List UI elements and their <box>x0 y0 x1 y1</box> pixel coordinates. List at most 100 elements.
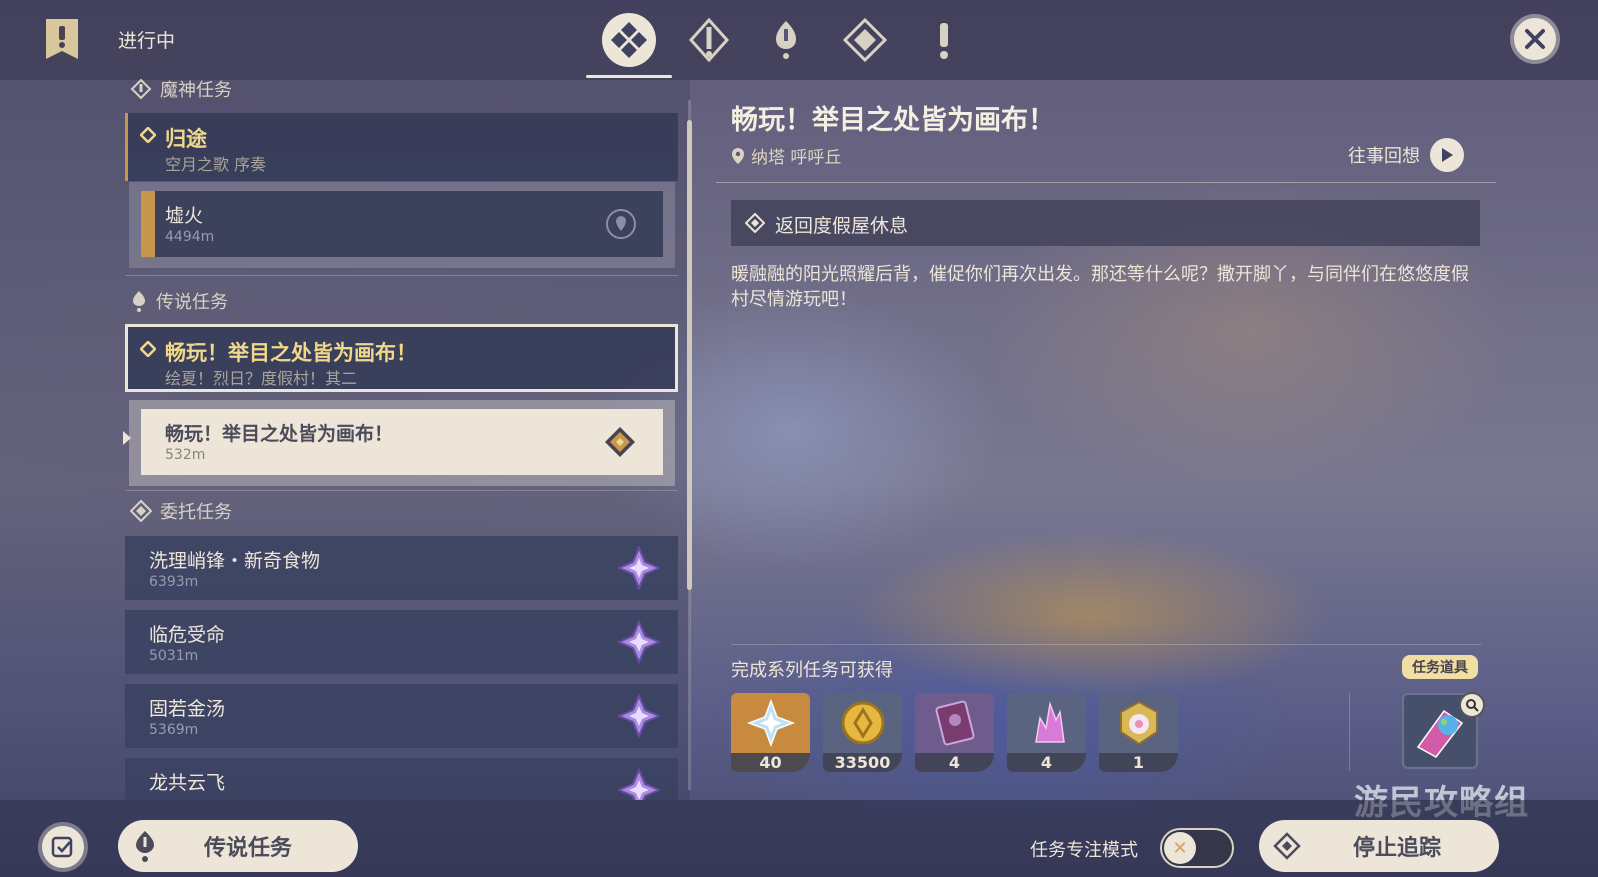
quest-item-badge: 任务道具 <box>1402 655 1478 679</box>
rewards-label: 完成系列任务可获得 <box>731 660 893 681</box>
commission-star-icon[interactable] <box>618 620 660 664</box>
companionship-exp-icon <box>1099 693 1178 753</box>
selected-arrow-icon <box>123 431 131 445</box>
reward-count: 40 <box>731 753 810 772</box>
commission-star-icon[interactable] <box>618 694 660 738</box>
quest-description: 暖融融的阳光照耀后背，催促你们再次出发。那还等什么呢？撒开脚丫，与同伴们在悠悠度… <box>731 264 1469 310</box>
toggle-off-icon: ✕ <box>1164 832 1196 864</box>
legend-step-wrap: 畅玩！举目之处皆为画布！ 532m <box>129 400 675 486</box>
stop-tracking-button[interactable]: 停止追踪 <box>1259 820 1499 872</box>
location-pin-icon <box>732 147 744 164</box>
reward-divider <box>731 644 1481 645</box>
focus-mode-label: 任务专注模式 <box>1030 840 1138 861</box>
story-quest-icon <box>776 21 796 59</box>
status-title: 进行中 <box>118 30 176 52</box>
quest-settings-button[interactable] <box>38 822 88 872</box>
commission-star-icon[interactable] <box>618 768 660 800</box>
section-divider <box>125 490 678 491</box>
tracking-diamond-icon <box>1273 832 1301 860</box>
tab-world-quest[interactable] <box>916 12 972 68</box>
mora-icon <box>823 693 902 753</box>
reward-item[interactable]: 40 <box>731 693 810 772</box>
legend-section-header: 传说任务 <box>130 288 228 314</box>
commission-icon <box>130 500 152 522</box>
story-quest-icon <box>136 831 154 862</box>
reward-item[interactable]: 1 <box>1099 693 1178 772</box>
play-icon <box>1430 138 1464 172</box>
legend-quest-entry[interactable]: 畅玩！举目之处皆为画布！ 绘夏！烈日？度假村！其二 <box>125 324 678 392</box>
close-icon <box>1525 29 1545 49</box>
crystal-icon <box>1007 693 1086 753</box>
archon-step-item[interactable]: 墟火 4494m <box>141 191 663 257</box>
commission-distance: 5369m <box>149 722 199 738</box>
commission-distance: 6393m <box>149 574 199 590</box>
objective-text: 返回度假屋休息 <box>775 215 909 237</box>
tab-story-quest[interactable] <box>758 12 814 68</box>
world-quest-icon <box>940 23 948 59</box>
archon-quest-icon <box>130 78 152 100</box>
commission-section-header: 委托任务 <box>130 498 232 524</box>
close-button[interactable] <box>1510 14 1560 64</box>
quest-location: 纳塔 呼呼丘 <box>731 143 841 168</box>
commission-item[interactable]: 洗理峭锋・新奇食物 6393m <box>125 536 678 600</box>
tracking-marker-icon[interactable] <box>603 425 637 459</box>
commission-item[interactable]: 龙共云飞 <box>125 758 678 800</box>
quest-diamond-icon <box>140 341 156 357</box>
archon-quest-icon <box>688 17 730 63</box>
archon-section-header: 魔神任务 <box>130 76 232 102</box>
track-bar <box>141 191 155 257</box>
legend-quest-subtitle: 绘夏！烈日？度假村！其二 <box>165 369 358 388</box>
story-quest-icon <box>133 291 145 312</box>
legend-step-distance: 532m <box>165 447 206 463</box>
legend-quest-button-label: 传说任务 <box>204 836 293 861</box>
legend-quest-button[interactable]: 传说任务 <box>118 820 358 872</box>
archon-step-title: 墟火 <box>165 205 204 227</box>
tab-all-quests[interactable] <box>586 12 672 78</box>
archon-quest-subtitle: 空月之歌 序奏 <box>165 155 267 174</box>
quest-diamond-icon <box>140 127 156 143</box>
scrollbar-thumb[interactable] <box>687 120 692 590</box>
commission-item[interactable]: 临危受命 5031m <box>125 610 678 674</box>
commission-icon <box>842 17 888 63</box>
magnifier-icon[interactable] <box>1459 692 1485 718</box>
commission-distance: 5031m <box>149 648 199 664</box>
reward-count: 4 <box>915 753 994 772</box>
section-divider <box>125 275 678 276</box>
legend-step-title: 畅玩！举目之处皆为画布！ <box>165 423 394 445</box>
reward-item[interactable]: 4 <box>1007 693 1086 772</box>
objective-diamond-icon <box>745 213 765 233</box>
objective-bar: 返回度假屋休息 <box>731 200 1480 246</box>
map-pin-icon[interactable] <box>605 208 637 240</box>
reward-item[interactable]: 33500 <box>823 693 902 772</box>
primogem-icon <box>731 693 810 753</box>
recall-button[interactable]: 往事回想 <box>1348 138 1464 172</box>
quest-detail-title: 畅玩！举目之处皆为画布！ <box>731 105 1055 136</box>
talent-book-icon <box>915 693 994 753</box>
commission-item[interactable]: 固若金汤 5369m <box>125 684 678 748</box>
commission-title: 临危受命 <box>149 624 226 646</box>
archon-section-label: 魔神任务 <box>160 80 232 101</box>
legend-section-label: 传说任务 <box>156 292 228 313</box>
tab-commission[interactable] <box>837 12 893 68</box>
archon-quest-title: 归途 <box>165 127 207 151</box>
quest-check-icon <box>51 836 73 858</box>
reward-count: 33500 <box>823 753 902 772</box>
tab-archon-quest[interactable] <box>681 12 737 68</box>
commission-star-icon[interactable] <box>618 546 660 590</box>
reward-count: 1 <box>1099 753 1178 772</box>
archon-step-distance: 4494m <box>165 229 215 245</box>
legend-quest-title: 畅玩！举目之处皆为画布！ <box>165 341 417 365</box>
reward-count: 4 <box>1007 753 1086 772</box>
commission-title: 龙共云飞 <box>149 772 226 794</box>
archon-step-wrap: 墟火 4494m <box>129 182 675 268</box>
location-text: 纳塔 呼呼丘 <box>751 148 842 168</box>
reward-item[interactable]: 4 <box>915 693 994 772</box>
detail-divider <box>716 182 1496 183</box>
commission-title: 洗理峭锋・新奇食物 <box>149 550 321 572</box>
stop-tracking-label: 停止追踪 <box>1353 836 1442 861</box>
quest-book-icon <box>42 17 82 61</box>
focus-mode-toggle[interactable]: ✕ <box>1160 828 1234 868</box>
legend-step-item[interactable]: 畅玩！举目之处皆为画布！ 532m <box>141 409 663 475</box>
commission-section-label: 委托任务 <box>160 502 232 523</box>
archon-quest-entry[interactable]: 归途 空月之歌 序奏 <box>125 113 678 181</box>
